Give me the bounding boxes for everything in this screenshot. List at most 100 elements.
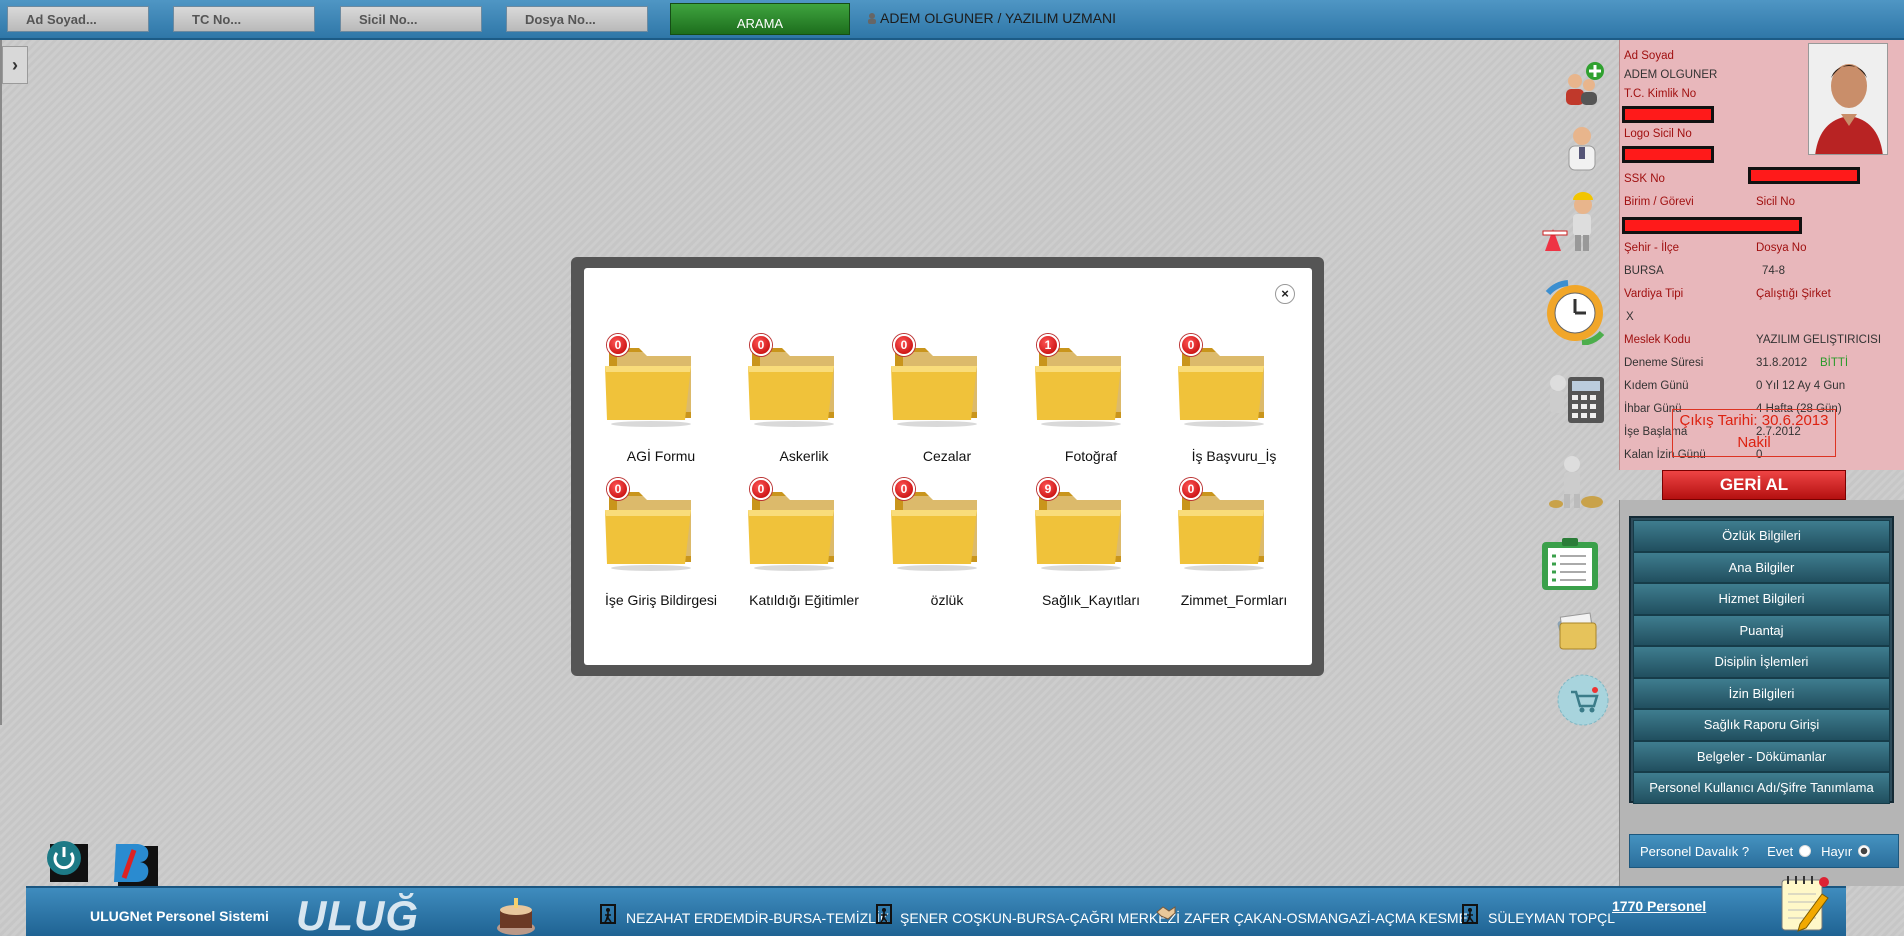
file-count-badge: 0 [893,478,915,500]
ticker-item: SÜLEYMAN TOPÇL [1488,910,1616,926]
file-count-badge: 1 [1037,334,1059,356]
menu-saglik-raporu-girisi[interactable]: Sağlık Raporu Girişi [1633,709,1890,741]
menu-kullanici-sifre[interactable]: Personel Kullanıcı Adı/Şifre Tanımlama [1633,772,1890,804]
folder-agi-formu[interactable]: 0 AGİ Formu [591,330,731,470]
expand-sidebar-button[interactable]: › [2,46,28,84]
folder-katildigi-egitimler[interactable]: 0 Katıldığı Eğitimler [734,474,874,614]
notepad-icon[interactable] [1778,872,1830,935]
menu-disiplin-islemleri[interactable]: Disiplin İşlemleri [1633,646,1890,678]
personel-count-link[interactable]: 1770 Personel [1612,898,1706,914]
folder-zimmet-formlari[interactable]: 0 Zimmet_Formları [1164,474,1304,614]
logo-sicil-label: Logo Sicil No [1624,128,1692,140]
folder-saglik-kayitlari[interactable]: 9 Sağlık_Kayıtları [1021,474,1161,614]
sehir-label: Şehir - İlçe [1624,242,1679,254]
profile-photo [1808,43,1888,155]
vardiya-value: X [1626,311,1634,323]
sicil-search-input[interactable] [340,6,482,32]
left-rail [0,40,2,725]
ticker-item: ŞENER COŞKUN-BURSA-ÇAĞRI MERKEZİ [900,910,1181,926]
worker-icon[interactable] [1537,183,1611,257]
folder-label: İş Başvuru_İş [1191,448,1277,464]
folder-label: AGİ Formu [626,448,696,464]
user-icon [868,13,876,24]
calculator-icon[interactable] [1537,360,1613,430]
chevron-right-icon: › [12,54,18,75]
sicil-label: Sicil No [1756,196,1795,208]
cikis-tarihi: Çıkış Tarihi: 30.6.2013 [1679,412,1829,429]
file-count-badge: 0 [750,478,772,500]
top-bar: ARAMA ADEM OLGUNER / YAZILIM UZMANI [0,0,1904,40]
meslek-label: Meslek Kodu [1624,334,1691,346]
checklist-icon[interactable] [1537,534,1603,594]
logo-sicil-redacted [1622,146,1714,163]
ssk-label: SSK No [1624,173,1665,185]
exit-person-icon [876,904,892,924]
system-name: ULUGNet Personel Sistemi [90,908,269,924]
folder-label: Askerlik [779,448,829,464]
sehir-value: BURSA [1624,265,1664,277]
ad-soyad-label: Ad Soyad [1624,50,1674,62]
folder-label: Zimmet_Formları [1180,592,1288,608]
file-count-badge: 0 [750,334,772,356]
ticker-item: ZAFER ÇAKAN-OSMANGAZİ-AÇMA KESME [1184,910,1468,926]
folder-ozluk[interactable]: 0 özlük [877,474,1017,614]
ticker-item: NEZAHAT ERDEMDİR-BURSA-TEMİZLİK [626,910,890,926]
bottom-bar: ULUGNet Personel Sistemi ULUĞ NEZAHAT ER… [26,886,1846,936]
geri-al-button[interactable]: GERİ AL [1662,470,1846,500]
menu-ana-bilgiler[interactable]: Ana Bilgiler [1633,551,1890,583]
file-count-badge: 0 [1180,478,1202,500]
menu-puantaj[interactable]: Puantaj [1633,614,1890,646]
power-icon[interactable] [44,838,88,882]
file-count-badge: 0 [1180,334,1202,356]
birim-label: Birim / Görevi [1624,196,1694,208]
folder-fotograf[interactable]: 1 Fotoğraf [1021,330,1161,470]
tc-label: T.C. Kimlik No [1624,88,1697,100]
kidem-value: 0 Yıl 12 Ay 4 Gun [1756,380,1846,392]
folder-label: özlük [930,592,964,608]
cart-icon[interactable] [1555,672,1611,728]
tc-search-input[interactable] [173,6,315,32]
hayir-radio[interactable] [1858,845,1871,857]
doctor-icon[interactable] [1553,118,1611,176]
evet-label: Evet [1767,843,1794,859]
current-user-label: ADEM OLGUNER / YAZILIM UZMANI [880,10,1116,26]
folder-is-basvuru[interactable]: 0 İş Başvuru_İş [1164,330,1304,470]
brand-b-icon[interactable] [110,838,158,886]
tc-redacted [1622,106,1714,123]
ad-soyad-value: ADEM OLGUNER [1624,69,1718,81]
nakil-label: Nakil [1737,434,1771,451]
documents-icon[interactable] [1549,600,1605,656]
menu-hizmet-bilgileri[interactable]: Hizmet Bilgileri [1633,583,1890,615]
folder-ise-giris-bildirgesi[interactable]: 0 İşe Giriş Bildirgesi [591,474,731,614]
kidem-label: Kıdem Günü [1624,380,1689,392]
folder-askerlik[interactable]: 0 Askerlik [734,330,874,470]
birim-redacted [1622,217,1802,234]
evet-radio[interactable] [1799,845,1812,857]
meslek-value: YAZILIM GELİŞTİRİCİSİ [1756,334,1882,346]
ad-soyad-search-input[interactable] [7,6,149,32]
menu-ozluk-bilgileri[interactable]: Özlük Bilgileri [1633,520,1890,552]
exit-info-box: Çıkış Tarihi: 30.6.2013 Nakil [1672,409,1836,457]
deneme-status: BİTTİ [1820,357,1849,369]
menu-izin-bilgileri[interactable]: İzin Bilgileri [1633,677,1890,709]
modal-close-button[interactable]: × [1275,284,1295,304]
folder-cezalar[interactable]: 0 Cezalar [877,330,1017,470]
payment-icon[interactable] [1543,448,1609,514]
folder-label: Cezalar [922,448,972,464]
dosya-label: Dosya No [1756,242,1807,254]
hayir-label: Hayır [1821,843,1853,859]
search-button[interactable]: ARAMA [670,3,850,35]
file-count-badge: 0 [893,334,915,356]
file-count-badge: 0 [607,478,629,500]
calistigi-label: Çalıştığı Şirket [1756,288,1831,300]
current-user: ADEM OLGUNER / YAZILIM UZMANI [866,10,1116,26]
clock-icon[interactable] [1537,277,1613,347]
davalik-row: Personel Davalık ? Evet Hayır [1629,834,1899,868]
davalik-label: Personel Davalık ? [1640,843,1750,859]
menu-belgeler-dokumanlar[interactable]: Belgeler - Dökümanlar [1633,740,1890,772]
dosya-search-input[interactable] [506,6,648,32]
exit-person-icon [600,904,616,924]
ulug-logo: ULUĞ [296,892,419,936]
add-personnel-icon[interactable] [1553,55,1611,113]
birthday-cake-icon[interactable] [496,894,536,936]
